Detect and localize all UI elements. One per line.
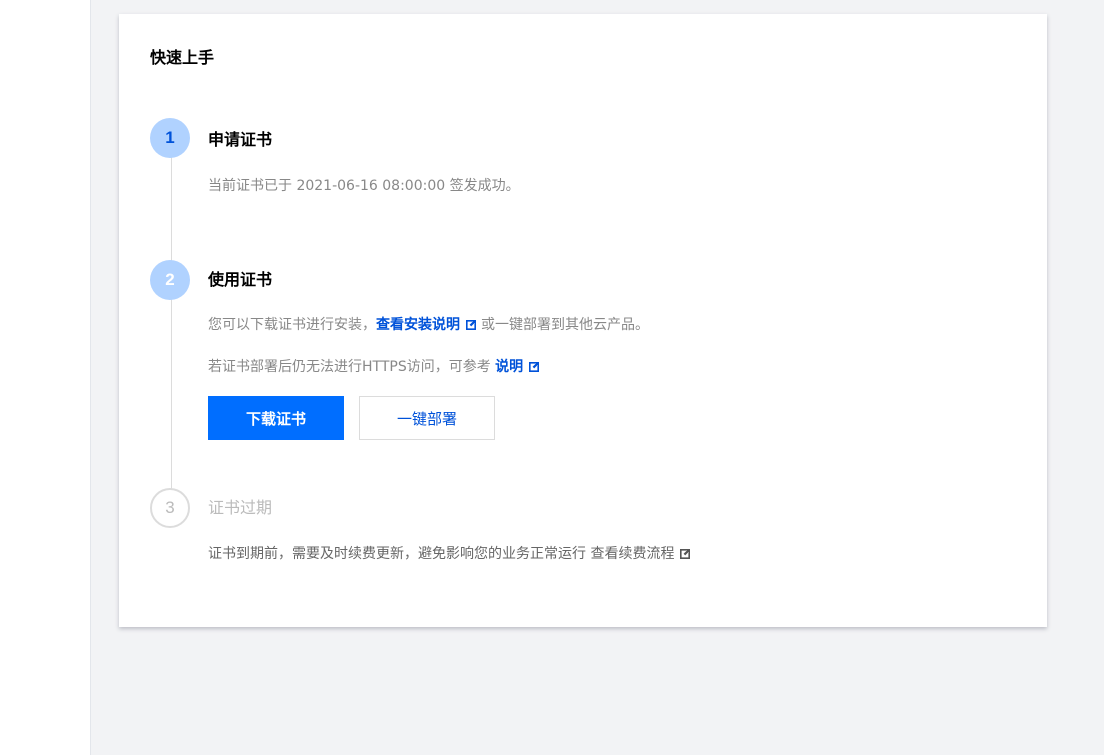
step-3-desc-prefix: 证书到期前，需要及时续费更新，避免影响您的业务正常运行: [208, 546, 586, 562]
timeline-line-1: [171, 152, 172, 268]
install-guide-link[interactable]: 查看安装说明: [376, 317, 460, 333]
one-click-deploy-button[interactable]: 一键部署: [359, 396, 495, 440]
download-certificate-button[interactable]: 下载证书: [208, 396, 344, 440]
step-2-desc-suffix: 或一键部署到其他云产品。: [481, 317, 649, 333]
step-3-number: 3: [150, 488, 190, 528]
external-link-icon[interactable]: [528, 359, 540, 379]
step-2-desc-line-1: 您可以下载证书进行安装，查看安装说明 或一键部署到其他云产品。: [208, 315, 649, 337]
step-1-title: 申请证书: [208, 130, 273, 149]
external-link-icon[interactable]: [679, 546, 691, 566]
quick-start-card: 快速上手 1 申请证书 当前证书已于 2021-06-16 08:00:00 签…: [119, 14, 1047, 627]
external-link-icon[interactable]: [465, 317, 477, 337]
https-guide-link[interactable]: 说明: [495, 359, 523, 375]
step-1-desc: 当前证书已于 2021-06-16 08:00:00 签发成功。: [208, 178, 520, 194]
step-2-title: 使用证书: [208, 270, 273, 289]
step-2-desc2-prefix: 若证书部署后仍无法进行HTTPS访问，可参考: [208, 359, 491, 375]
step-1-number: 1: [150, 118, 190, 158]
step-2-number: 2: [150, 260, 190, 300]
step-3-title: 证书过期: [208, 498, 273, 517]
card-title: 快速上手: [150, 48, 215, 67]
left-panel: [0, 0, 91, 755]
step-2-desc-prefix: 您可以下载证书进行安装，: [208, 317, 376, 333]
step-3-desc: 证书到期前，需要及时续费更新，避免影响您的业务正常运行 查看续费流程: [208, 544, 695, 566]
timeline-line-2: [171, 298, 172, 492]
step-2-desc-line-2: 若证书部署后仍无法进行HTTPS访问，可参考 说明: [208, 357, 544, 379]
renewal-process-link[interactable]: 查看续费流程: [590, 546, 674, 562]
